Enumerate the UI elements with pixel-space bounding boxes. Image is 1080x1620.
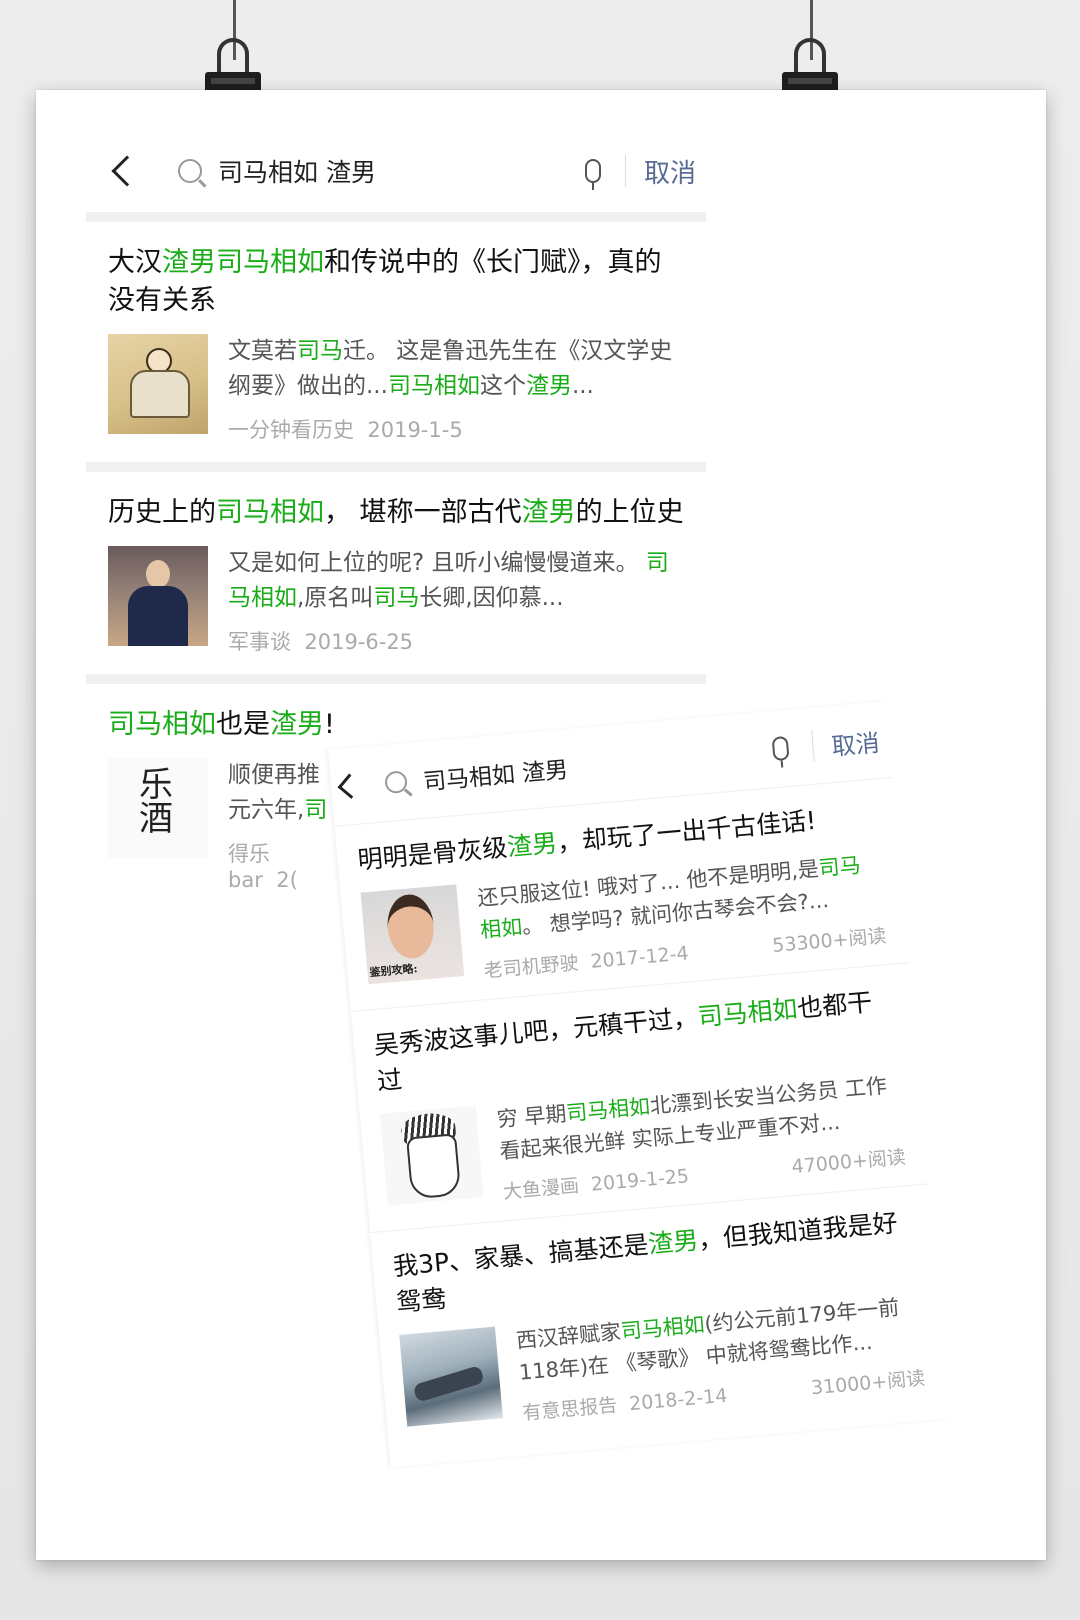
text-segment: 西汉辞赋家 xyxy=(515,1319,622,1353)
text-segment: 明明是骨灰级 xyxy=(356,832,509,875)
keyword-highlight: 司马相如 xyxy=(696,994,799,1032)
result-source: 一分钟看历史 xyxy=(228,418,354,442)
cancel-button[interactable]: 取消 xyxy=(830,722,881,761)
text-segment: ... xyxy=(571,373,594,399)
result-source: 军事谈 xyxy=(228,630,291,654)
thumbnail-caption: 鉴别攻略: xyxy=(369,962,419,980)
text-segment: 这个 xyxy=(479,373,526,399)
keyword-highlight: 渣男 xyxy=(647,1225,700,1259)
text-segment: ! xyxy=(324,709,335,740)
result-source-date: 大鱼漫画 2019-1-25 xyxy=(502,1161,690,1204)
keyword-highlight: 司马相如 xyxy=(565,1094,652,1126)
text-segment: 穷 早期 xyxy=(495,1101,568,1132)
back-arrow-icon[interactable] xyxy=(337,773,363,799)
drama-actor-photo-thumbnail xyxy=(108,546,208,646)
text-segment: 历史上的 xyxy=(108,497,216,528)
result-source-date: 军事谈 2019-6-25 xyxy=(228,626,413,656)
cancel-button[interactable]: 取消 xyxy=(644,153,696,190)
text-segment: 也是 xyxy=(216,709,270,740)
keyword-highlight: 司马相如 xyxy=(619,1312,706,1344)
text-segment: 的上位史 xyxy=(575,497,684,528)
poster-paper: 司马相如 渣男 取消 大汉渣男司马相如和传说中的《长门赋》，真的没有关系 文莫若… xyxy=(36,90,1046,1560)
keyword-highlight: 司马 xyxy=(297,338,343,364)
keyword-highlight: 渣男 xyxy=(521,497,576,528)
result-source: 有意思报告 xyxy=(521,1394,619,1425)
caricature-sketch-thumbnail xyxy=(379,1105,484,1206)
divider xyxy=(811,729,815,762)
keyword-highlight: 司马相如 xyxy=(387,373,480,399)
result-read-count: 31000+阅读 xyxy=(810,1367,926,1400)
result-snippet: 顺便再推元六年,司 xyxy=(228,758,338,828)
search-result[interactable]: 大汉渣男司马相如和传说中的《长门赋》，真的没有关系 文莫若司马迁。 这是鲁迅先生… xyxy=(86,222,706,462)
divider xyxy=(624,155,626,187)
search-icon xyxy=(384,770,408,795)
search-input[interactable]: 司马相如 渣男 xyxy=(421,732,774,796)
keyword-highlight: 司马相如 xyxy=(216,497,324,528)
keyword-highlight: 渣男 xyxy=(505,828,559,862)
divider xyxy=(86,462,706,472)
text-segment: 我3P、家暴、搞基还是 xyxy=(392,1230,650,1282)
search-bar: 司马相如 渣男 取消 xyxy=(86,130,706,212)
result-date: 2( xyxy=(276,868,298,892)
keyword-highlight: 司马相如 xyxy=(216,247,324,278)
keyword-highlight: 渣男 xyxy=(525,373,572,399)
result-read-count: 53300+阅读 xyxy=(771,925,888,957)
result-read-count: 47000+阅读 xyxy=(790,1146,907,1179)
search-screenshot-2: 司马相如 渣男 取消 明明是骨灰级渣男，却玩了一出千古佳话! 鉴别攻略: 还只服… xyxy=(328,701,949,1468)
result-title: 历史上的司马相如， 堪称一部古代渣男的上位史 xyxy=(108,494,684,532)
microphone-icon[interactable] xyxy=(584,159,601,190)
result-date: 2017-12-4 xyxy=(589,942,690,973)
search-result[interactable]: 历史上的司马相如， 堪称一部古代渣男的上位史 又是如何上位的呢? 且听小编慢慢道… xyxy=(86,472,706,674)
result-snippet: 文莫若司马迁。 这是鲁迅先生在《汉文学史纲要》做出的...司马相如这个渣男... xyxy=(228,334,684,404)
calligraphy-logo-thumbnail: 乐酒 xyxy=(108,758,208,858)
text-segment: ,原名叫 xyxy=(297,585,374,611)
guqin-scholar-painting-thumbnail xyxy=(108,334,208,434)
result-date: 2019-1-5 xyxy=(367,418,463,442)
keyword-highlight: 司 xyxy=(304,797,328,823)
man-portrait-photo-thumbnail: 鉴别攻略: xyxy=(360,884,465,985)
ink-landscape-painting-thumbnail xyxy=(399,1326,503,1427)
text-segment: 文莫若 xyxy=(228,338,297,364)
result-source: 老司机野驶 xyxy=(482,952,580,983)
result-snippet: 又是如何上位的呢? 且听小编慢慢道来。 司马相如,原名叫司马长卿,因仰慕... xyxy=(228,546,684,616)
keyword-highlight: 渣男 xyxy=(270,709,324,740)
keyword-highlight: 司马 xyxy=(373,585,420,611)
text-segment: 又是如何上位的呢? 且听小编慢慢道来。 xyxy=(228,550,646,576)
keyword-highlight: 司马相如 xyxy=(108,709,216,740)
text-segment: 吴秀波这事儿吧，元稹干过， xyxy=(372,1002,699,1061)
result-date: 2018-2-14 xyxy=(628,1384,729,1416)
divider xyxy=(86,212,706,222)
search-result[interactable]: 我3P、家暴、搞基还是渣男，但我知道我是好鸳鸯 西汉辞赋家司马相如(约公元前17… xyxy=(370,1183,948,1454)
result-title: 大汉渣男司马相如和传说中的《长门赋》，真的没有关系 xyxy=(108,244,684,320)
result-source-date: 得乐bar 2( xyxy=(228,838,338,892)
keyword-highlight: 渣男 xyxy=(162,247,216,278)
result-source-date: 一分钟看历史 2019-1-5 xyxy=(228,414,463,444)
result-source-date: 老司机野驶 2017-12-4 xyxy=(483,938,690,983)
result-date: 2019-1-25 xyxy=(590,1165,690,1196)
text-segment: ， 堪称一部古代 xyxy=(324,497,522,528)
result-source-date: 有意思报告 2018-2-14 xyxy=(521,1381,729,1426)
result-source: 得乐bar xyxy=(228,842,270,892)
text-segment: 长卿,因仰慕... xyxy=(419,585,564,611)
search-input[interactable]: 司马相如 渣男 xyxy=(218,153,585,189)
divider xyxy=(86,674,706,684)
search-icon xyxy=(178,159,202,183)
microphone-icon[interactable] xyxy=(771,735,790,762)
text-segment: ，却玩了一出千古佳话! xyxy=(555,805,818,858)
result-source: 大鱼漫画 xyxy=(502,1174,580,1204)
result-date: 2019-6-25 xyxy=(304,630,414,654)
text-segment: 大汉 xyxy=(108,247,162,278)
back-arrow-icon[interactable] xyxy=(111,155,143,187)
